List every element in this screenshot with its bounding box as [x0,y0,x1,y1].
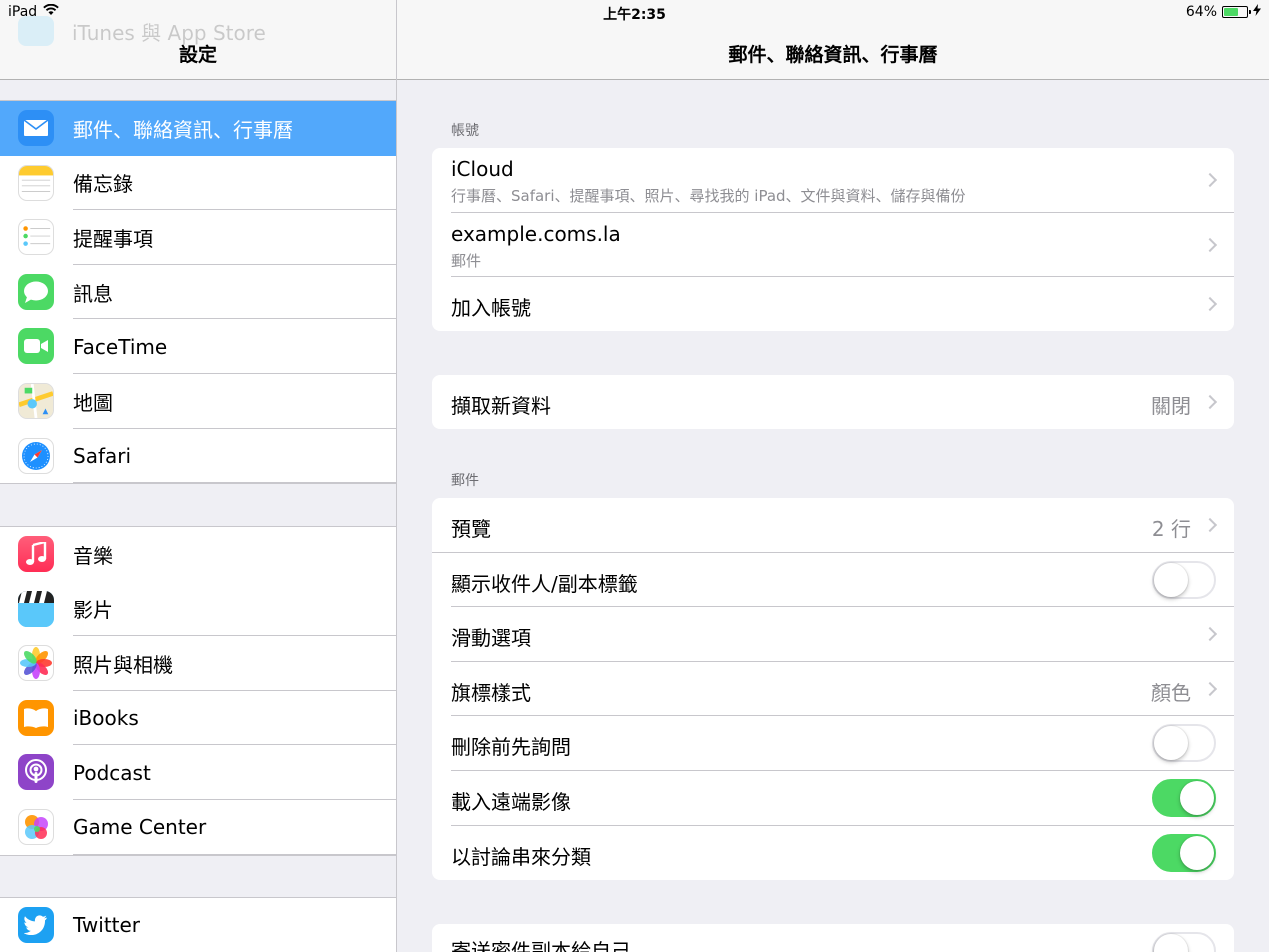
page-title: 郵件、聯絡資訊、行事曆 [728,44,938,66]
sidebar-item-facetime[interactable]: FaceTime [0,319,396,374]
videos-icon [18,590,54,627]
facetime-icon [18,328,54,365]
preview-row[interactable]: 預覽 2 行 [432,498,1234,553]
load-remote-images-row: 載入遠端影像 [432,771,1234,826]
always-bcc-myself-toggle[interactable] [1152,932,1216,952]
detail-pane: 郵件、聯絡資訊、行事曆 帳號 iCloud 行事曆、Safari、提醒事項、照片… [397,0,1269,952]
sidebar-item-music[interactable]: 音樂 [0,527,396,582]
sidebar-item-twitter[interactable]: Twitter [0,898,396,952]
sidebar-item-podcast[interactable]: Podcast [0,745,396,800]
add-account-label: 加入帳號 [451,296,531,320]
chevron-right-icon [1202,394,1218,410]
account-subtitle: 行事曆、Safari、提醒事項、照片、尋找我的 iPad、文件與資料、儲存與備份 [451,187,966,205]
organize-by-thread-toggle[interactable] [1152,833,1216,872]
bcc-card: 寄送密件副本給自己 [432,924,1234,952]
sidebar-item-notes[interactable]: 備忘錄 [0,156,396,211]
account-title: iCloud [451,157,514,181]
fetch-value: 關閉 [1151,394,1191,418]
ask-before-deleting-toggle[interactable] [1152,724,1216,763]
sidebar-item-game-center[interactable]: Game Center [0,800,396,855]
status-right: 64% [1186,4,1261,20]
sidebar-title: 設定 [178,44,217,66]
charging-bolt-icon [1253,4,1261,20]
status-bar: iPad 上午2:35 64% [0,0,1269,26]
account-subtitle: 郵件 [451,252,482,270]
flag-style-value: 顏色 [1151,680,1191,705]
chevron-right-icon [1202,627,1218,642]
photos-icon [18,645,54,682]
fetch-label: 擷取新資料 [451,394,551,418]
add-account-row[interactable]: 加入帳號 [432,277,1234,331]
messages-icon [18,273,54,310]
mail-settings-card: 預覽 2 行 顯示收件人/副本標籤 滑動選項 旗標樣式 顏色 刪除前先詢問 載入… [432,498,1234,880]
sidebar-item-reminders[interactable]: 提醒事項 [0,210,396,265]
reminders-icon [18,219,54,256]
chevron-right-icon [1202,517,1218,533]
sidebar-item-ibooks[interactable]: iBooks [0,691,396,746]
sidebar-item-videos[interactable]: 影片 [0,582,396,637]
battery-percent: 64% [1185,4,1217,20]
sidebar-group-1: 郵件、聯絡資訊、行事曆 備忘錄 提醒事項 訊息 FaceTime 地圖 Safa… [0,100,396,485]
section-header-mail: 郵件 [451,473,479,489]
always-bcc-myself-row: 寄送密件副本給自己 [432,924,1234,952]
chevron-right-icon [1202,237,1218,253]
fetch-card: 擷取新資料 關閉 [432,375,1234,429]
sidebar-item-messages[interactable]: 訊息 [0,265,396,320]
music-icon [18,536,54,572]
fetch-new-data-row[interactable]: 擷取新資料 關閉 [432,375,1234,429]
sidebar-item-photos-camera[interactable]: 照片與相機 [0,636,396,691]
account-row-icloud[interactable]: iCloud 行事曆、Safari、提醒事項、照片、尋找我的 iPad、文件與資… [432,148,1234,213]
settings-sidebar: iTunes 與 App Store 設定 郵件、聯絡資訊、行事曆 備忘錄 提醒… [0,0,397,952]
mail-icon [18,110,54,146]
sidebar-item-safari[interactable]: Safari [0,429,396,484]
sidebar-group-3: Twitter [0,897,396,952]
section-header-accounts: 帳號 [451,123,479,139]
ask-before-deleting-row: 刪除前先詢問 [432,716,1234,771]
sidebar-item-maps[interactable]: 地圖 [0,374,396,429]
load-remote-images-toggle[interactable] [1152,778,1216,817]
show-to-cc-label-row: 顯示收件人/副本標籤 [432,553,1234,608]
podcast-icon [18,754,54,791]
chevron-right-icon [1202,681,1218,696]
account-row-example[interactable]: example.coms.la 郵件 [432,213,1234,277]
account-title: example.coms.la [451,222,621,246]
battery-icon [1222,6,1251,18]
game-center-icon [18,808,54,845]
preview-value: 2 行 [1151,517,1191,541]
flag-style-row[interactable]: 旗標樣式 顏色 [432,662,1234,717]
maps-icon [18,382,54,419]
twitter-icon [18,907,54,943]
safari-icon [18,437,54,474]
ibooks-icon [18,699,54,736]
sidebar-item-mail-contacts-calendars[interactable]: 郵件、聯絡資訊、行事曆 [0,101,396,156]
status-time: 上午2:35 [603,7,666,23]
notes-icon [18,164,54,201]
chevron-right-icon [1202,296,1218,312]
show-to-cc-toggle[interactable] [1152,560,1216,599]
organize-by-thread-row: 以討論串來分類 [432,826,1234,880]
accounts-card: iCloud 行事曆、Safari、提醒事項、照片、尋找我的 iPad、文件與資… [432,148,1234,331]
sidebar-group-2: 音樂 影片 照片與相機 iBooks Podcast Game Center [0,526,396,856]
chevron-right-icon [1202,172,1218,188]
swipe-options-row[interactable]: 滑動選項 [432,607,1234,662]
